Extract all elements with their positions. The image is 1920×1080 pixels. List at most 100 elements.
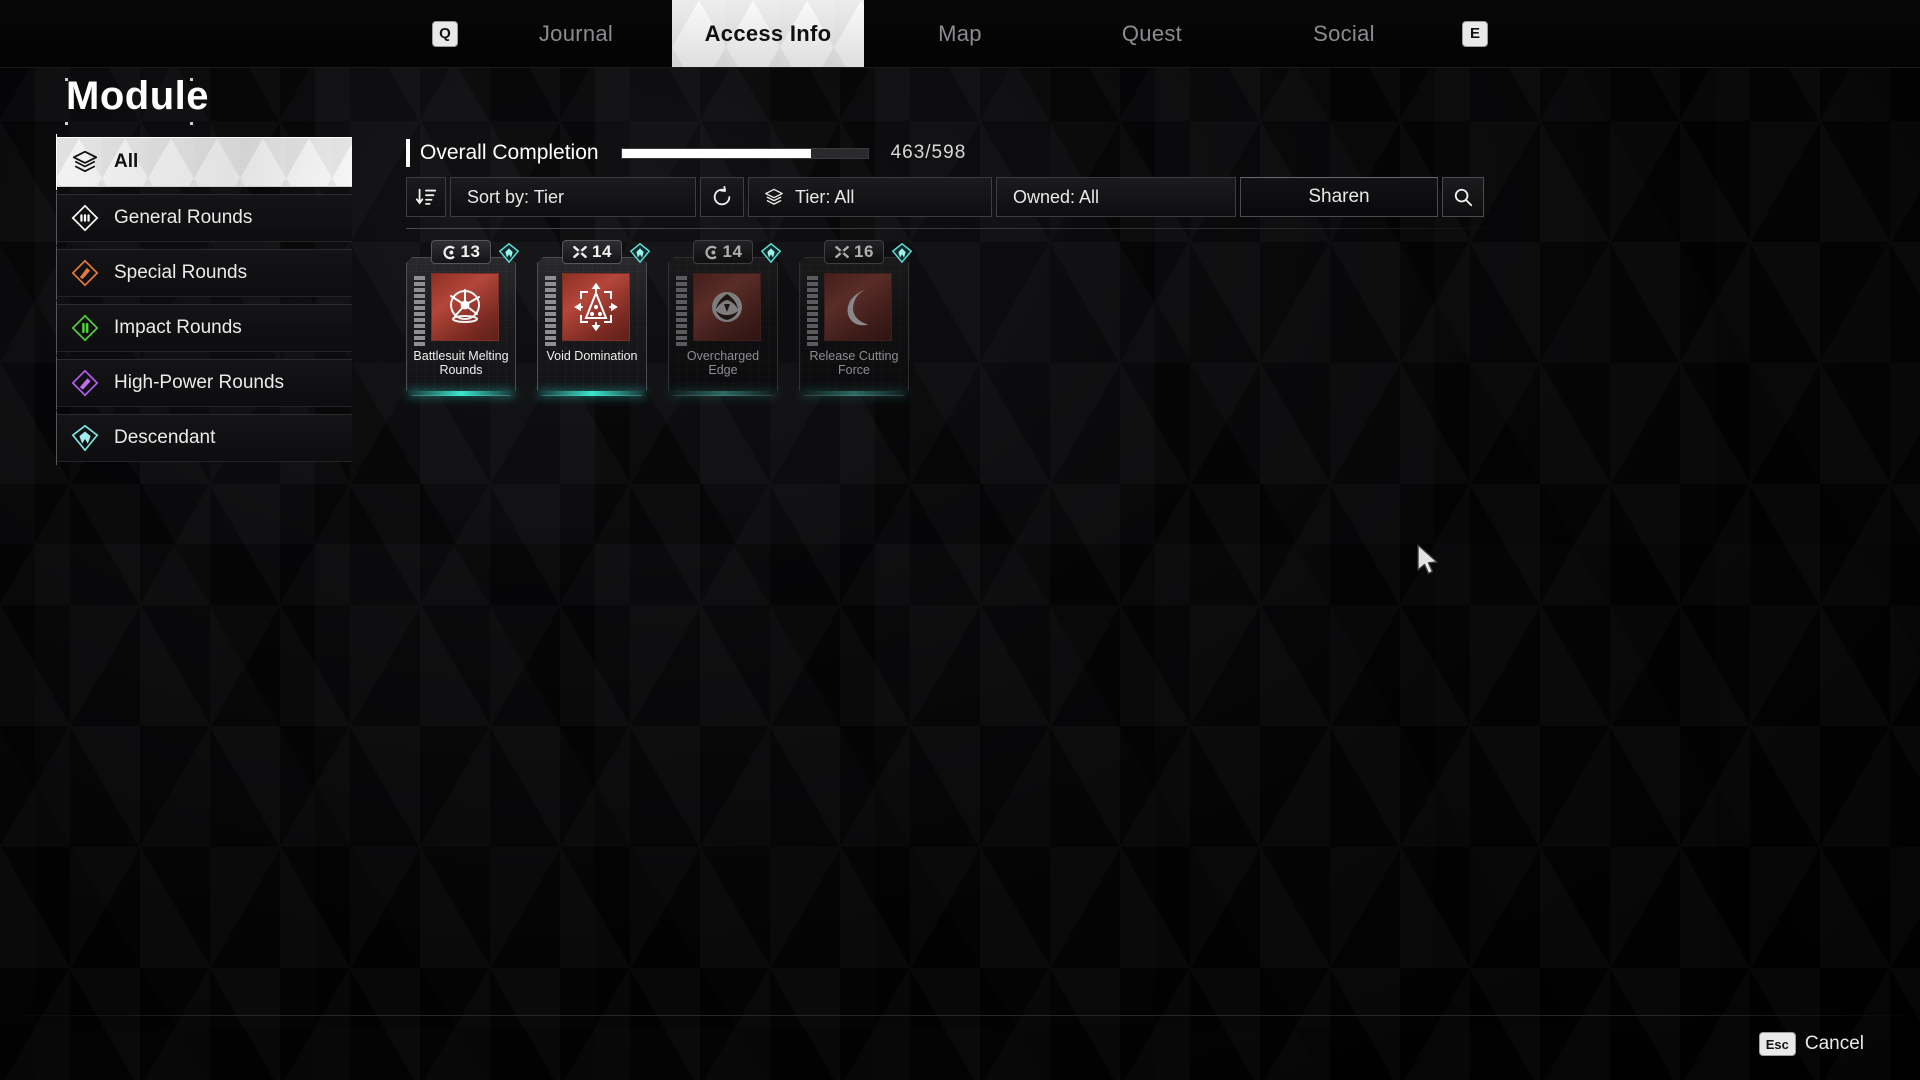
search-input-value: Sharen <box>1308 186 1370 207</box>
module-card[interactable]: 14 Void Domination <box>537 240 651 396</box>
owned-filter-label: Owned: All <box>1013 186 1100 207</box>
card-title: Void Domination <box>546 349 638 363</box>
module-card-grid: 13 Battlesuit Melting Rounds 14 Void Dom… <box>406 240 913 396</box>
socket-diamond-icon <box>498 242 520 264</box>
socket-diamond-icon <box>629 242 651 264</box>
sidebar-item-label: Special Rounds <box>114 262 248 283</box>
sidebar-item-label: Descendant <box>114 427 216 448</box>
footer-actions: Esc Cancel <box>1758 1032 1864 1056</box>
completion-progress-fill <box>621 148 811 158</box>
module-card[interactable]: 14 Overcharged Edge <box>668 240 782 396</box>
tab-social[interactable]: Social <box>1248 0 1440 67</box>
completion-label: Overall Completion <box>420 141 599 164</box>
sort-descending-icon <box>415 188 437 205</box>
sidebar-item-all[interactable]: All <box>56 134 352 190</box>
accent-bar <box>406 139 410 167</box>
sort-direction-button[interactable] <box>406 177 446 217</box>
page-title: Module <box>66 74 209 118</box>
completion-count: 463/598 <box>890 142 967 163</box>
tab-map[interactable]: Map <box>864 0 1056 67</box>
sidebar-item-label: All <box>114 151 139 172</box>
card-owned-glow <box>539 391 645 396</box>
nav-next-key[interactable]: E <box>1462 20 1488 47</box>
sort-by-dropdown[interactable]: Sort by: Tier <box>450 177 696 217</box>
sort-by-label: Sort by: Tier <box>467 186 565 207</box>
tab-access-info[interactable]: Access Info <box>672 0 864 67</box>
title-tick <box>65 122 68 125</box>
card-cost-badge: 16 <box>824 240 884 264</box>
card-owned-glow <box>408 391 514 396</box>
tier-filter-dropdown[interactable]: Tier: All <box>748 177 992 217</box>
high-power-rounds-diamond-icon <box>71 369 99 397</box>
layers-icon <box>765 188 783 205</box>
esc-key[interactable]: Esc <box>1758 1032 1796 1056</box>
card-title: Battlesuit Melting Rounds <box>413 349 509 377</box>
card-cost-value: 14 <box>592 242 612 261</box>
module-card[interactable]: 16 Release Cutting Force <box>799 240 913 396</box>
card-title: Release Cutting Force <box>809 349 899 377</box>
search-input[interactable]: Sharen <box>1240 177 1438 217</box>
card-owned-glow <box>670 391 776 396</box>
completion-progress-track <box>620 147 869 159</box>
tab-journal[interactable]: Journal <box>480 0 672 67</box>
footer-divider <box>0 1015 1920 1016</box>
tab-quest[interactable]: Quest <box>1056 0 1248 67</box>
module-card[interactable]: 13 Battlesuit Melting Rounds <box>406 240 520 396</box>
reset-filters-button[interactable] <box>700 177 744 217</box>
card-cost-badge: 13 <box>431 240 491 264</box>
sidebar-item-special-rounds[interactable]: Special Rounds <box>56 246 352 300</box>
socket-diamond-icon <box>760 242 782 264</box>
card-icon-tile <box>693 273 761 341</box>
sidebar-item-high-power-rounds[interactable]: High-Power Rounds <box>56 356 352 410</box>
capacity-c-icon <box>704 245 717 259</box>
card-icon-tile <box>824 273 892 341</box>
card-segment-bars <box>414 276 425 346</box>
spread-triangle-icon <box>574 282 618 332</box>
card-segment-bars <box>545 276 556 346</box>
search-icon <box>1454 188 1473 207</box>
orb-creature-icon <box>712 292 742 322</box>
overall-completion: Overall Completion 463/598 <box>406 139 966 167</box>
layers-icon <box>72 150 98 173</box>
descendant-diamond-icon <box>71 424 99 452</box>
sidebar-item-descendant[interactable]: Descendant <box>56 411 352 465</box>
title-tick <box>190 78 193 81</box>
special-rounds-diamond-icon <box>71 259 99 287</box>
card-cost-value: 13 <box>460 242 481 261</box>
card-icon-tile <box>431 273 499 341</box>
nav-prev-key[interactable]: Q <box>432 20 458 47</box>
tier-filter-label: Tier: All <box>795 186 855 207</box>
capacity-c-icon <box>442 245 455 259</box>
nav-items: Q Journal Access Info Map Quest Social E <box>410 0 1510 67</box>
owned-filter-dropdown[interactable]: Owned: All <box>996 177 1236 217</box>
game-screen: Q Journal Access Info Map Quest Social E… <box>0 0 1920 1080</box>
card-segment-bars <box>676 276 687 346</box>
card-cost-value: 14 <box>722 242 743 261</box>
title-tick <box>65 78 68 81</box>
impact-rounds-diamond-icon <box>71 314 99 342</box>
sidebar-item-impact-rounds[interactable]: Impact Rounds <box>56 301 352 355</box>
sidebar-item-label: High-Power Rounds <box>114 372 285 393</box>
crescent-moon-icon <box>847 289 869 326</box>
socket-diamond-icon <box>891 242 913 264</box>
sidebar-item-label: Impact Rounds <box>114 317 242 338</box>
reset-icon <box>713 186 731 206</box>
card-icon-tile <box>562 273 630 341</box>
toolbar-divider <box>406 228 1511 229</box>
capacity-x-icon <box>573 246 587 258</box>
filter-toolbar: Sort by: Tier Tier: All Owned: All Share… <box>406 177 1484 217</box>
card-cost-badge: 14 <box>562 240 622 264</box>
category-sidebar: All General Rounds Special Rounds Impact… <box>56 134 352 469</box>
capacity-x-icon <box>835 246 849 258</box>
shattered-sphere-icon <box>450 289 480 323</box>
top-navigation-bar: Q Journal Access Info Map Quest Social E <box>0 0 1920 68</box>
card-segment-bars <box>807 276 818 346</box>
cancel-label[interactable]: Cancel <box>1805 1033 1864 1055</box>
general-rounds-diamond-icon <box>71 204 99 232</box>
sidebar-item-label: General Rounds <box>114 207 253 228</box>
sidebar-item-general-rounds[interactable]: General Rounds <box>56 191 352 245</box>
card-cost-badge: 14 <box>693 240 753 264</box>
search-button[interactable] <box>1442 177 1484 217</box>
card-owned-glow <box>801 391 907 396</box>
card-title: Overcharged Edge <box>686 349 760 377</box>
